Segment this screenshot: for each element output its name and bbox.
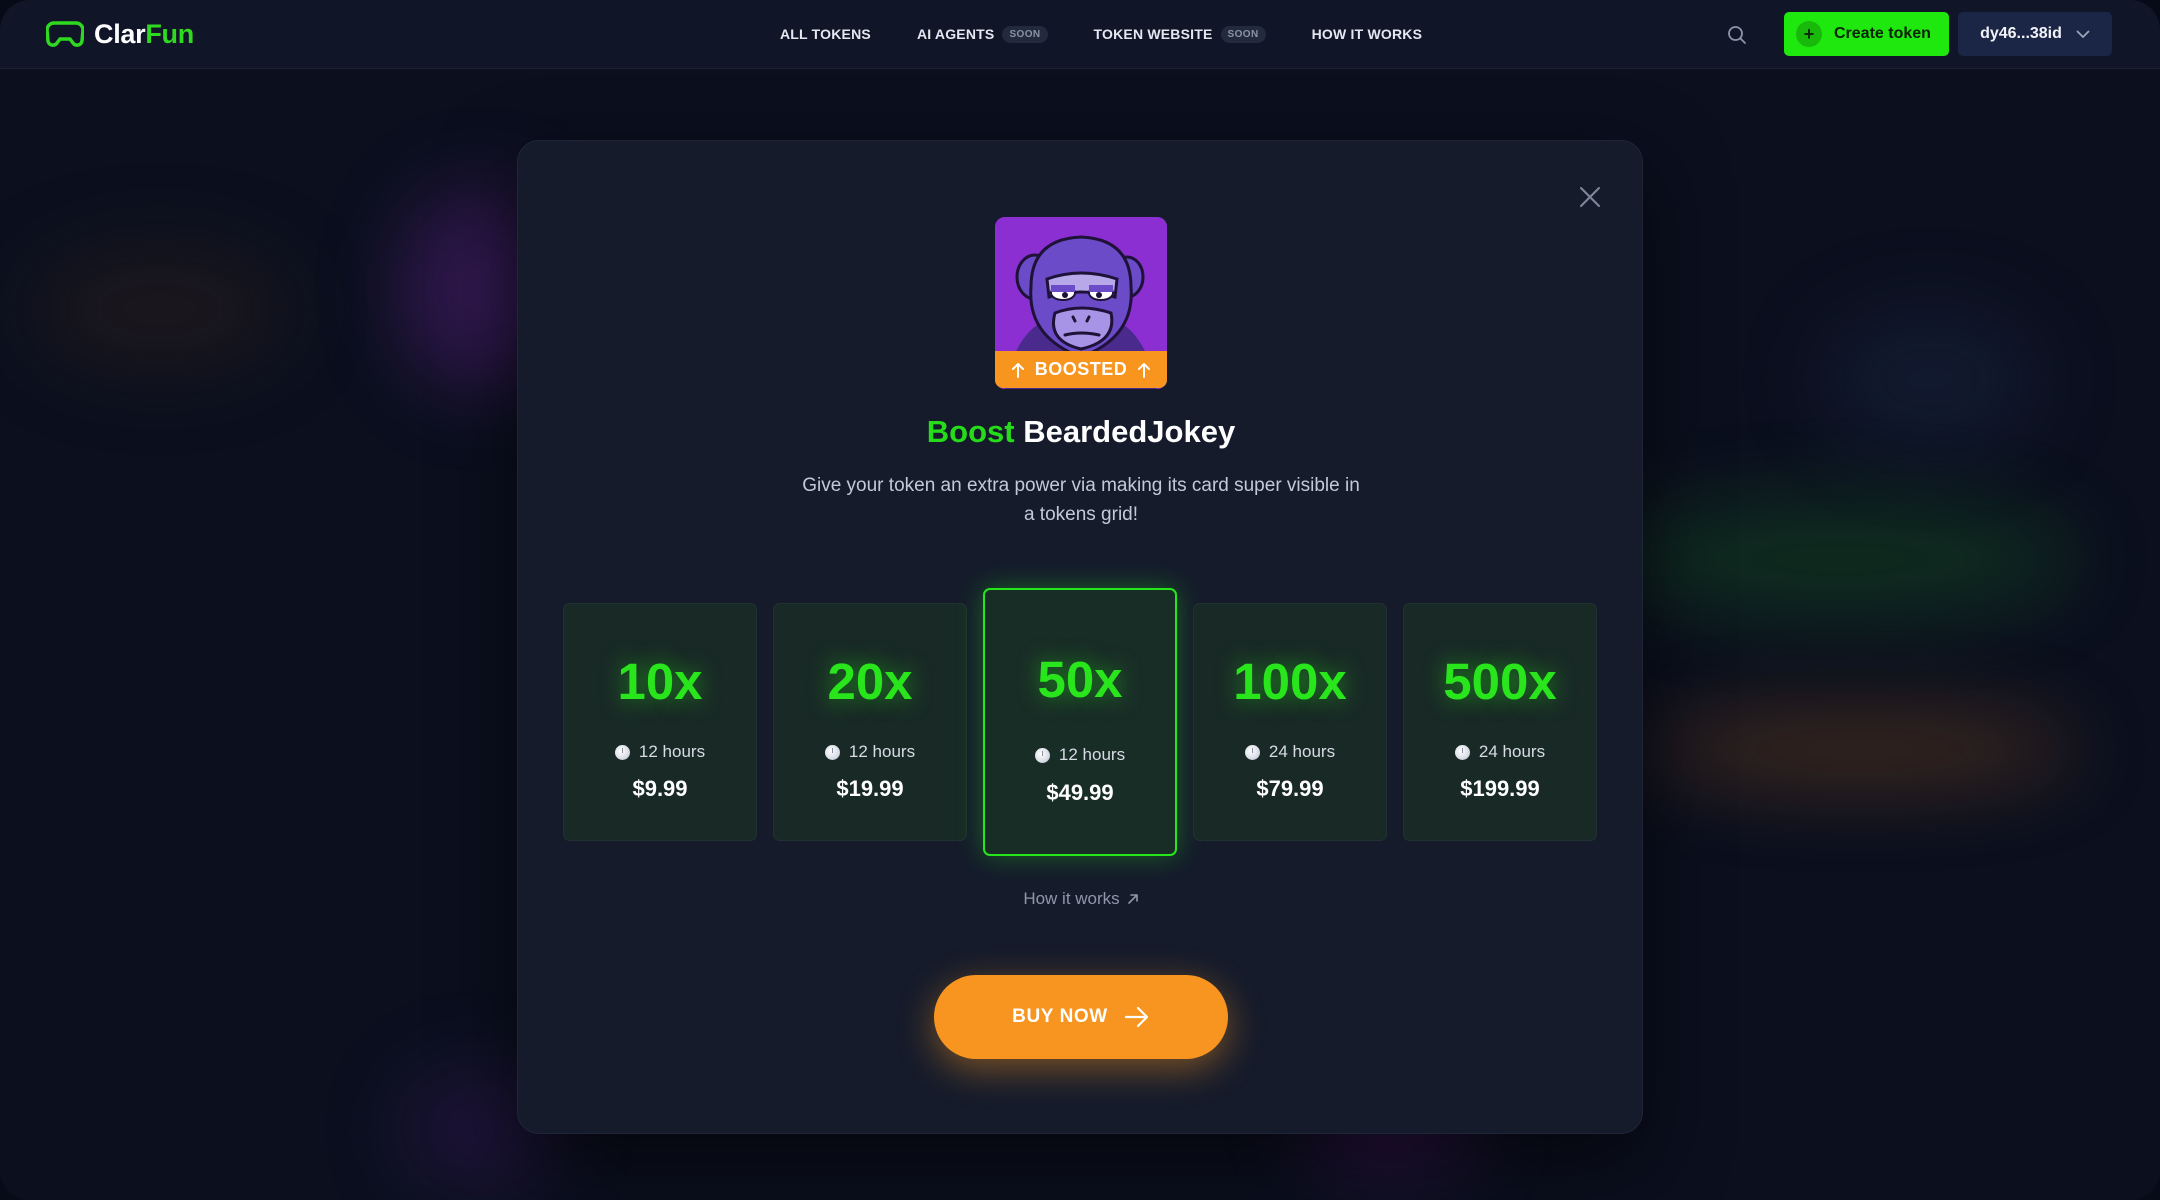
arrow-right-icon bbox=[1124, 1006, 1148, 1028]
plan-duration: 24 hours bbox=[1194, 742, 1386, 762]
nav-token-website[interactable]: TOKEN WEBSITE SOON bbox=[1093, 25, 1266, 43]
search-icon bbox=[1728, 26, 1746, 44]
create-token-button[interactable]: + Create token bbox=[1784, 12, 1949, 56]
plan-duration: 12 hours bbox=[564, 742, 756, 762]
search-button[interactable] bbox=[1722, 20, 1752, 50]
clock-icon bbox=[1454, 744, 1470, 760]
plan-duration: 12 hours bbox=[774, 742, 966, 762]
plus-icon: + bbox=[1796, 21, 1822, 47]
arrow-up-icon bbox=[1138, 362, 1151, 378]
logo-text: ClarFun bbox=[94, 18, 194, 49]
boost-plan-20x[interactable]: 20x 12 hours $19.99 bbox=[773, 603, 967, 841]
nav-label: TOKEN WEBSITE bbox=[1093, 26, 1213, 42]
gamepad-icon bbox=[46, 21, 84, 47]
plan-multiplier: 20x bbox=[827, 653, 913, 710]
plan-duration-label: 12 hours bbox=[1058, 745, 1126, 764]
nav-label: AI AGENTS bbox=[916, 26, 995, 42]
clock-icon bbox=[1244, 744, 1260, 760]
plan-price: $49.99 bbox=[1046, 780, 1114, 805]
app-window: ClarFun ALL TOKENS AI AGENTS SOON TOKEN … bbox=[0, 0, 2160, 1200]
boost-plan-500x[interactable]: 500x 24 hours $199.99 bbox=[1403, 603, 1597, 841]
boost-plan-10x[interactable]: 10x 12 hours $9.99 bbox=[563, 603, 757, 841]
nav-all-tokens[interactable]: ALL TOKENS bbox=[780, 26, 871, 42]
title-accent: Boost bbox=[926, 414, 1015, 449]
create-token-label: Create token bbox=[1834, 25, 1931, 42]
how-it-works-label: How it works bbox=[1023, 889, 1120, 908]
buy-now-button[interactable]: BUY NOW bbox=[934, 975, 1228, 1059]
plan-duration-label: 24 hours bbox=[1478, 742, 1546, 761]
plan-multiplier: 50x bbox=[1037, 651, 1123, 708]
plan-price: $9.99 bbox=[632, 776, 688, 801]
arrow-up-icon bbox=[1011, 362, 1024, 378]
boost-plan-50x[interactable]: 50x 12 hours $49.99 bbox=[983, 588, 1177, 856]
modal-title: Boost BeardedJokey bbox=[518, 414, 1644, 450]
nav-label: HOW IT WORKS bbox=[1311, 26, 1423, 42]
plan-price: $79.99 bbox=[1256, 776, 1324, 801]
plan-duration-label: 12 hours bbox=[638, 742, 706, 761]
plan-multiplier: 500x bbox=[1443, 653, 1557, 710]
clock-icon bbox=[1034, 747, 1050, 763]
nav-label: ALL TOKENS bbox=[780, 26, 871, 42]
logo[interactable]: ClarFun bbox=[46, 17, 194, 51]
buy-now-label: BUY NOW bbox=[1012, 1006, 1108, 1027]
plan-duration-label: 12 hours bbox=[848, 742, 916, 761]
clock-icon bbox=[614, 744, 630, 760]
plan-price: $199.99 bbox=[1460, 776, 1540, 801]
wallet-address: dy46...38id bbox=[1980, 25, 2062, 42]
plan-duration: 12 hours bbox=[985, 745, 1175, 765]
soon-badge: SOON bbox=[1220, 25, 1266, 43]
token-name: BeardedJokey bbox=[1023, 414, 1236, 449]
soon-badge: SOON bbox=[1002, 25, 1048, 43]
plan-multiplier: 10x bbox=[617, 653, 703, 710]
nav-ai-agents[interactable]: AI AGENTS SOON bbox=[916, 25, 1048, 43]
boost-plan-100x[interactable]: 100x 24 hours $79.99 bbox=[1193, 603, 1387, 841]
chevron-down-icon bbox=[2076, 30, 2090, 38]
nav-how-it-works[interactable]: HOW IT WORKS bbox=[1312, 26, 1423, 42]
how-it-works-link[interactable]: How it works bbox=[518, 889, 1644, 909]
plan-price: $19.99 bbox=[836, 776, 904, 801]
clock-icon bbox=[824, 744, 840, 760]
plan-multiplier: 100x bbox=[1233, 653, 1347, 710]
top-navbar: ClarFun ALL TOKENS AI AGENTS SOON TOKEN … bbox=[0, 0, 2160, 69]
plan-duration-label: 24 hours bbox=[1268, 742, 1336, 761]
boosted-label: BOOSTED bbox=[1034, 359, 1128, 379]
plan-duration: 24 hours bbox=[1404, 742, 1596, 762]
modal-description: Give your token an extra power via makin… bbox=[802, 475, 1360, 525]
close-icon bbox=[1580, 187, 1600, 207]
external-arrow-icon bbox=[1127, 894, 1138, 904]
boost-modal: BOOSTED Boost BeardedJokey Give your tok… bbox=[517, 140, 1643, 1134]
wallet-button[interactable]: dy46...38id bbox=[1958, 12, 2112, 56]
main-nav: ALL TOKENS AI AGENTS SOON TOKEN WEBSITE … bbox=[780, 22, 1422, 46]
boosted-badge: BOOSTED bbox=[995, 351, 1167, 388]
close-button[interactable] bbox=[1574, 181, 1606, 213]
